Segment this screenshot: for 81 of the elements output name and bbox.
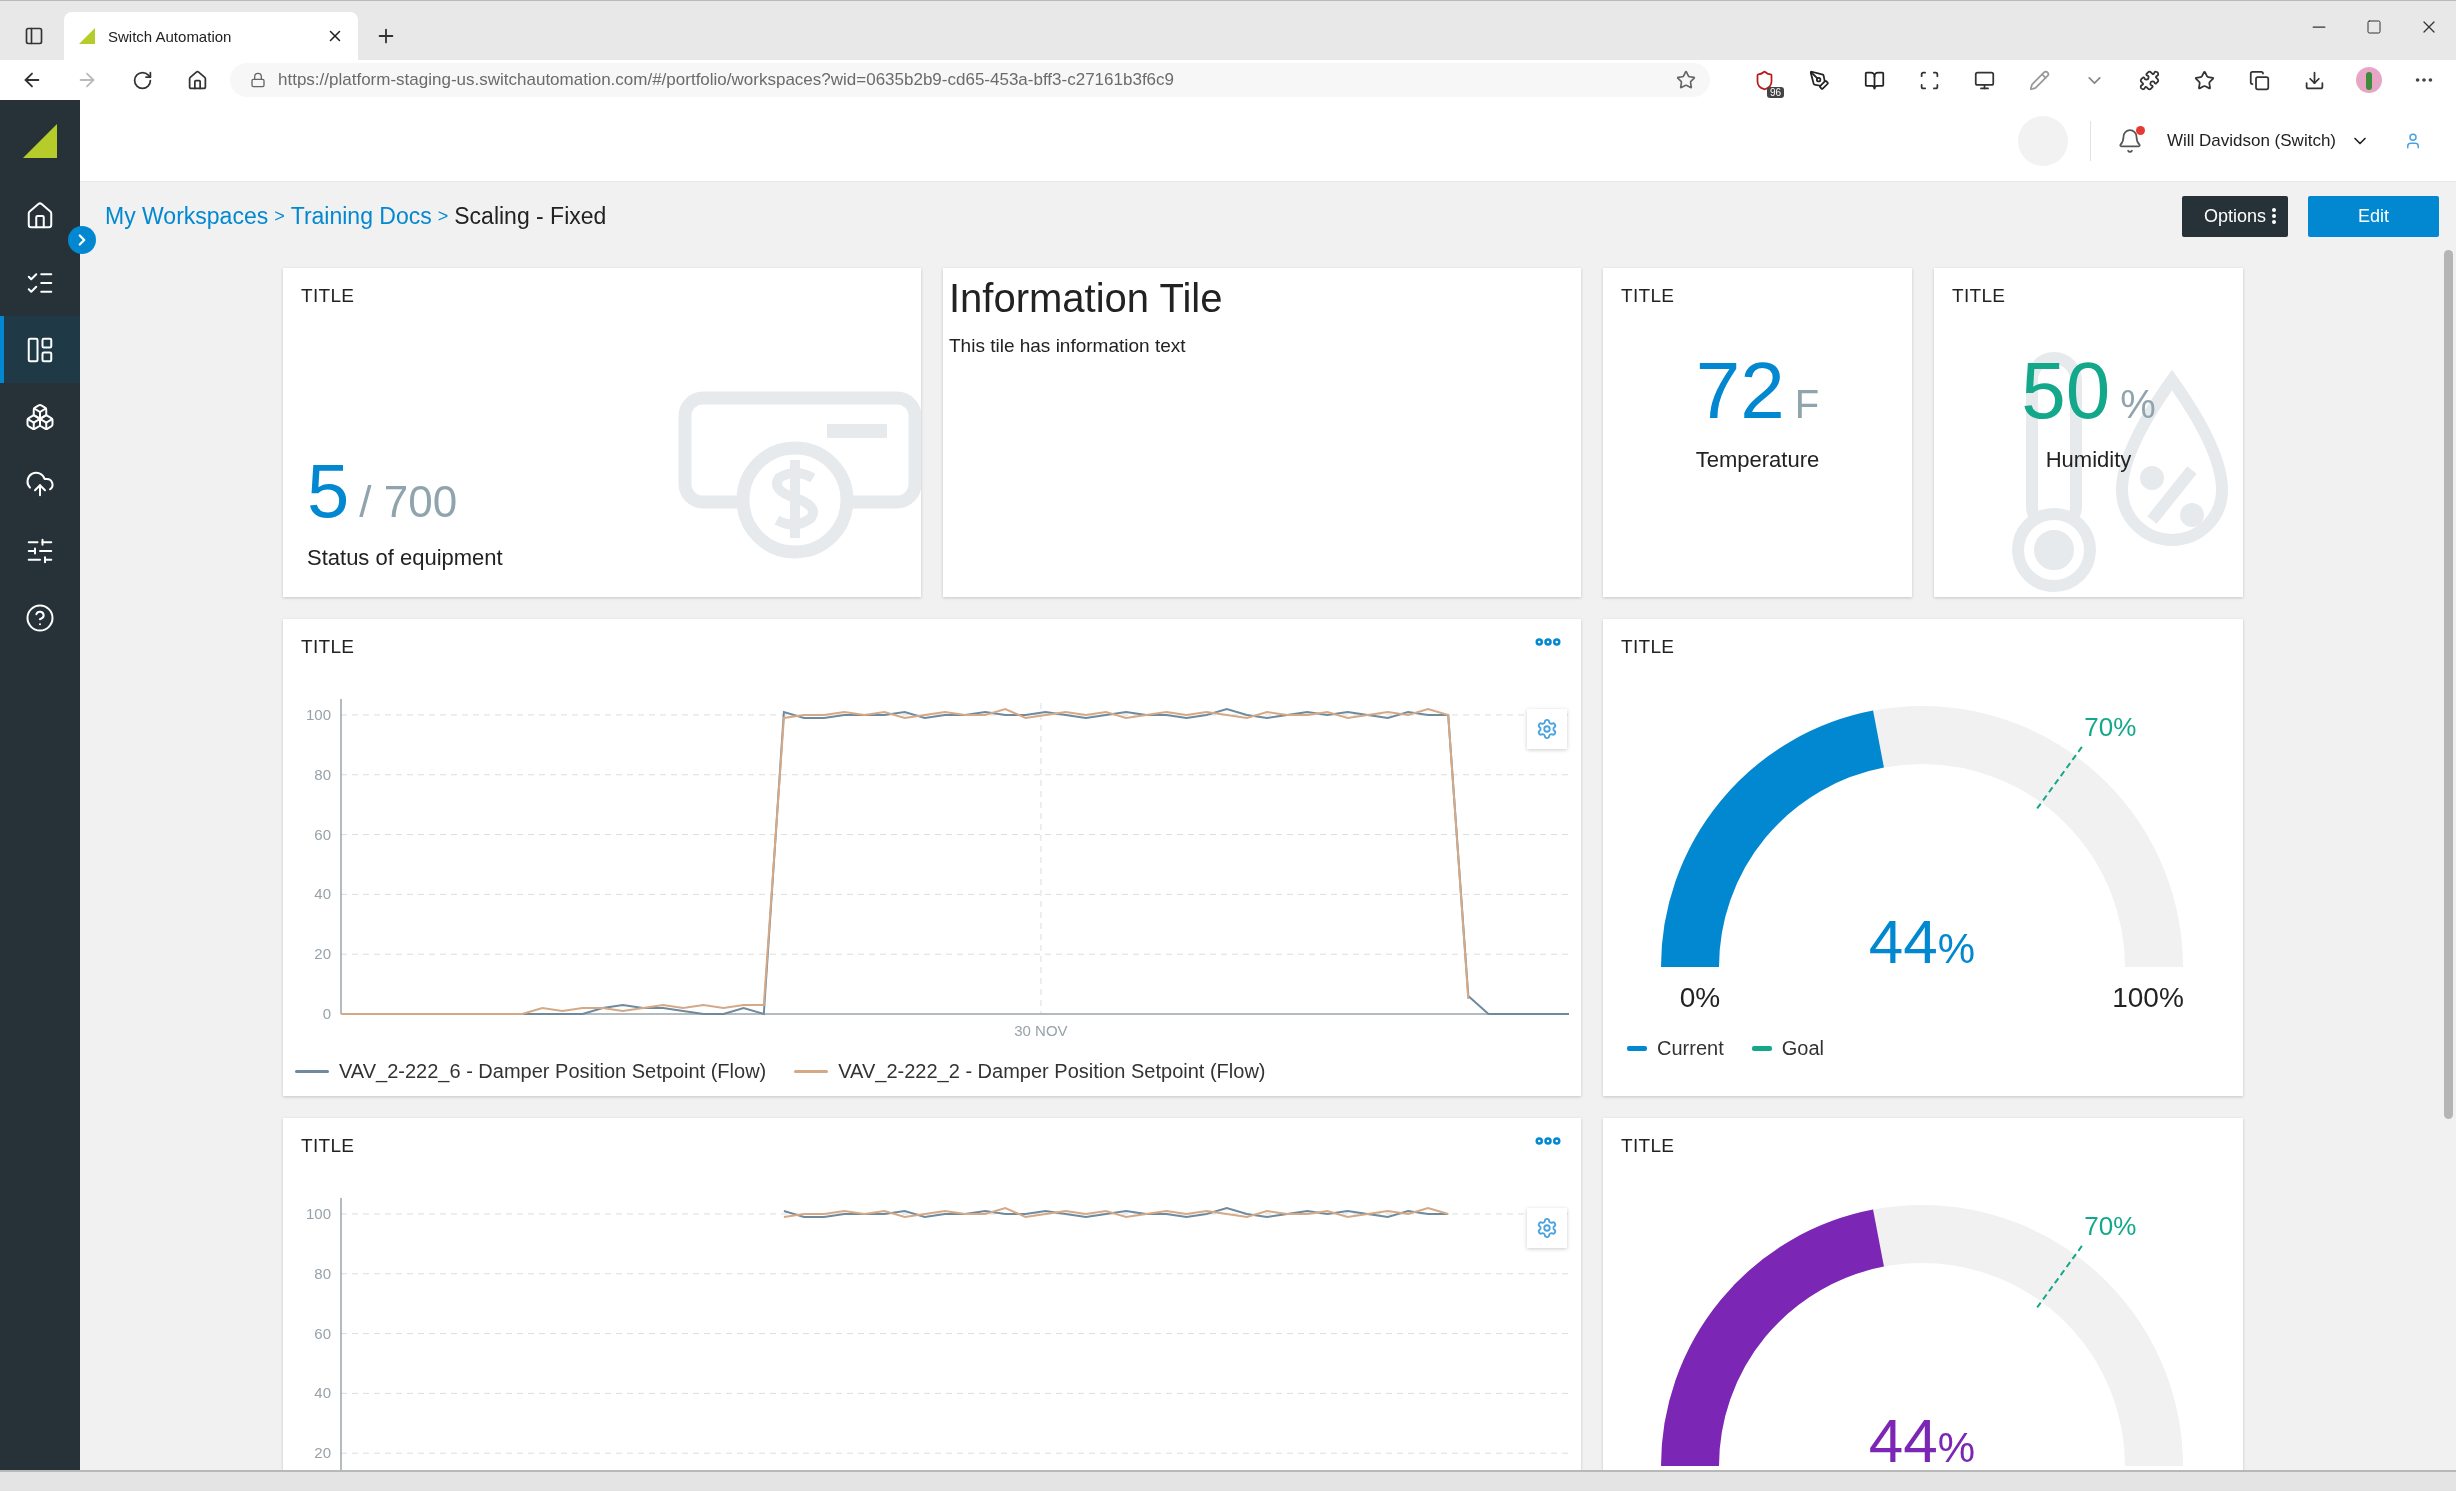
axis-tick-label: 40	[314, 1384, 331, 1402]
metric-label: Temperature	[1695, 447, 1820, 473]
chart-settings-button[interactable]	[1527, 1208, 1567, 1248]
axis-tick-label: 60	[314, 825, 331, 843]
axis-tick-label: 80	[314, 1264, 331, 1282]
legend-item: VAV_2-222_6 - Damper Position Setpoint (Flow)	[295, 1060, 767, 1083]
profile-avatar[interactable]	[2355, 66, 2383, 94]
chart-settings-button[interactable]	[1527, 709, 1567, 749]
lock-icon	[250, 72, 266, 88]
options-button[interactable]: Options	[2181, 195, 2288, 237]
tile-title: TITLE	[1620, 1134, 1676, 1157]
gauge-max-label: 100%	[2112, 982, 2184, 1013]
scan-icon[interactable]	[1918, 69, 1940, 91]
stat-label: Status of equipment	[307, 545, 504, 571]
refresh-icon[interactable]	[131, 69, 153, 91]
maximize-icon[interactable]	[2365, 19, 2382, 35]
pen-icon[interactable]	[1808, 69, 1830, 91]
breadcrumb-separator: >	[274, 205, 285, 227]
monitor-icon[interactable]	[1973, 69, 1995, 91]
extension-badge: 96	[1766, 87, 1784, 98]
puzzle-icon[interactable]	[2138, 69, 2160, 91]
download-icon[interactable]	[2303, 69, 2325, 91]
legend-item: Goal	[1751, 1037, 1824, 1060]
metric-value: 72	[1695, 351, 1785, 431]
axis-tick-label: 80	[314, 765, 331, 783]
legend-item: VAV_2-222_2 - Damper Position Setpoint (Flow)	[794, 1060, 1266, 1083]
tab-actions-icon[interactable]	[24, 26, 44, 46]
tile-title: TITLE	[300, 284, 356, 307]
tile-title: TITLE	[300, 635, 356, 658]
gear-icon	[1536, 1217, 1558, 1239]
metric-label: Humidity	[2045, 447, 2132, 473]
user-icon[interactable]	[2404, 131, 2422, 150]
home-icon[interactable]	[186, 69, 208, 91]
goal-label: 70%	[2084, 1211, 2137, 1242]
axis-tick-label: 100	[305, 705, 331, 723]
axis-tick-label: 40	[314, 885, 331, 903]
tile-title: TITLE	[1620, 284, 1676, 307]
help-icon	[25, 602, 55, 633]
edit-button[interactable]: Edit	[2307, 195, 2439, 237]
expand-sidebar-button[interactable]	[68, 226, 96, 254]
axis-tick-label: 20	[314, 1444, 331, 1462]
logo-icon	[22, 123, 58, 159]
pencil-icon[interactable]	[2028, 69, 2050, 91]
browser-tab[interactable]: Switch Automation	[64, 12, 358, 60]
sidebar-item[interactable]	[0, 316, 80, 383]
notebook-icon[interactable]	[1863, 69, 1885, 91]
tile-title: TITLE	[1620, 635, 1676, 658]
breadcrumb-link[interactable]: Training Docs	[290, 202, 432, 230]
metric-unit: %	[2120, 382, 2156, 427]
favorites-icon[interactable]	[2193, 69, 2215, 91]
breadcrumb-separator: >	[437, 205, 449, 227]
user-menu[interactable]: Will Davidson (Switch)	[2166, 130, 2370, 151]
metric-value: 50	[2021, 351, 2111, 431]
gauge-min-label: 0%	[1679, 982, 1721, 1013]
axis-tick-label: 0	[322, 1005, 331, 1022]
collections-icon[interactable]	[2248, 69, 2270, 91]
stat-total: / 700	[359, 477, 458, 527]
cubes-icon	[25, 401, 55, 432]
date-label: 30 NOV	[1014, 1022, 1068, 1039]
gauge-value: 44%	[1868, 907, 1976, 976]
axis-tick-label: 60	[314, 1324, 331, 1342]
metric-unit: F	[1794, 382, 1820, 427]
axis-tick-label: 20	[314, 945, 331, 963]
breadcrumb-link[interactable]: My Workspaces	[105, 202, 269, 230]
stat-value: 5	[307, 453, 350, 529]
tile-title: TITLE	[1951, 284, 2007, 307]
breadcrumb-current: Scaling - Fixed	[454, 202, 607, 230]
gear-icon	[1536, 718, 1558, 740]
axis-tick-label: 100	[305, 1204, 331, 1222]
info-heading: Information Tile	[948, 275, 1224, 321]
goal-label: 70%	[2084, 712, 2137, 743]
legend-item: Current	[1627, 1037, 1724, 1060]
tile-title: TITLE	[300, 1134, 356, 1157]
gauge-value: 44%	[1868, 1406, 1976, 1470]
info-text: This tile has information text	[948, 334, 1187, 357]
home-icon	[25, 200, 55, 231]
notification-bell-icon[interactable]	[2116, 127, 2143, 154]
kebab-icon	[2271, 208, 2276, 224]
favicon-icon	[78, 27, 96, 45]
address-bar[interactable]: https://platform-staging-us.switchautomation.com/#/portfolio/workspaces?wid=0635b2b9-cd65-453a-bff3-c27161b3f6c9	[230, 63, 1710, 97]
add-favorite-icon[interactable]	[1676, 70, 1696, 90]
